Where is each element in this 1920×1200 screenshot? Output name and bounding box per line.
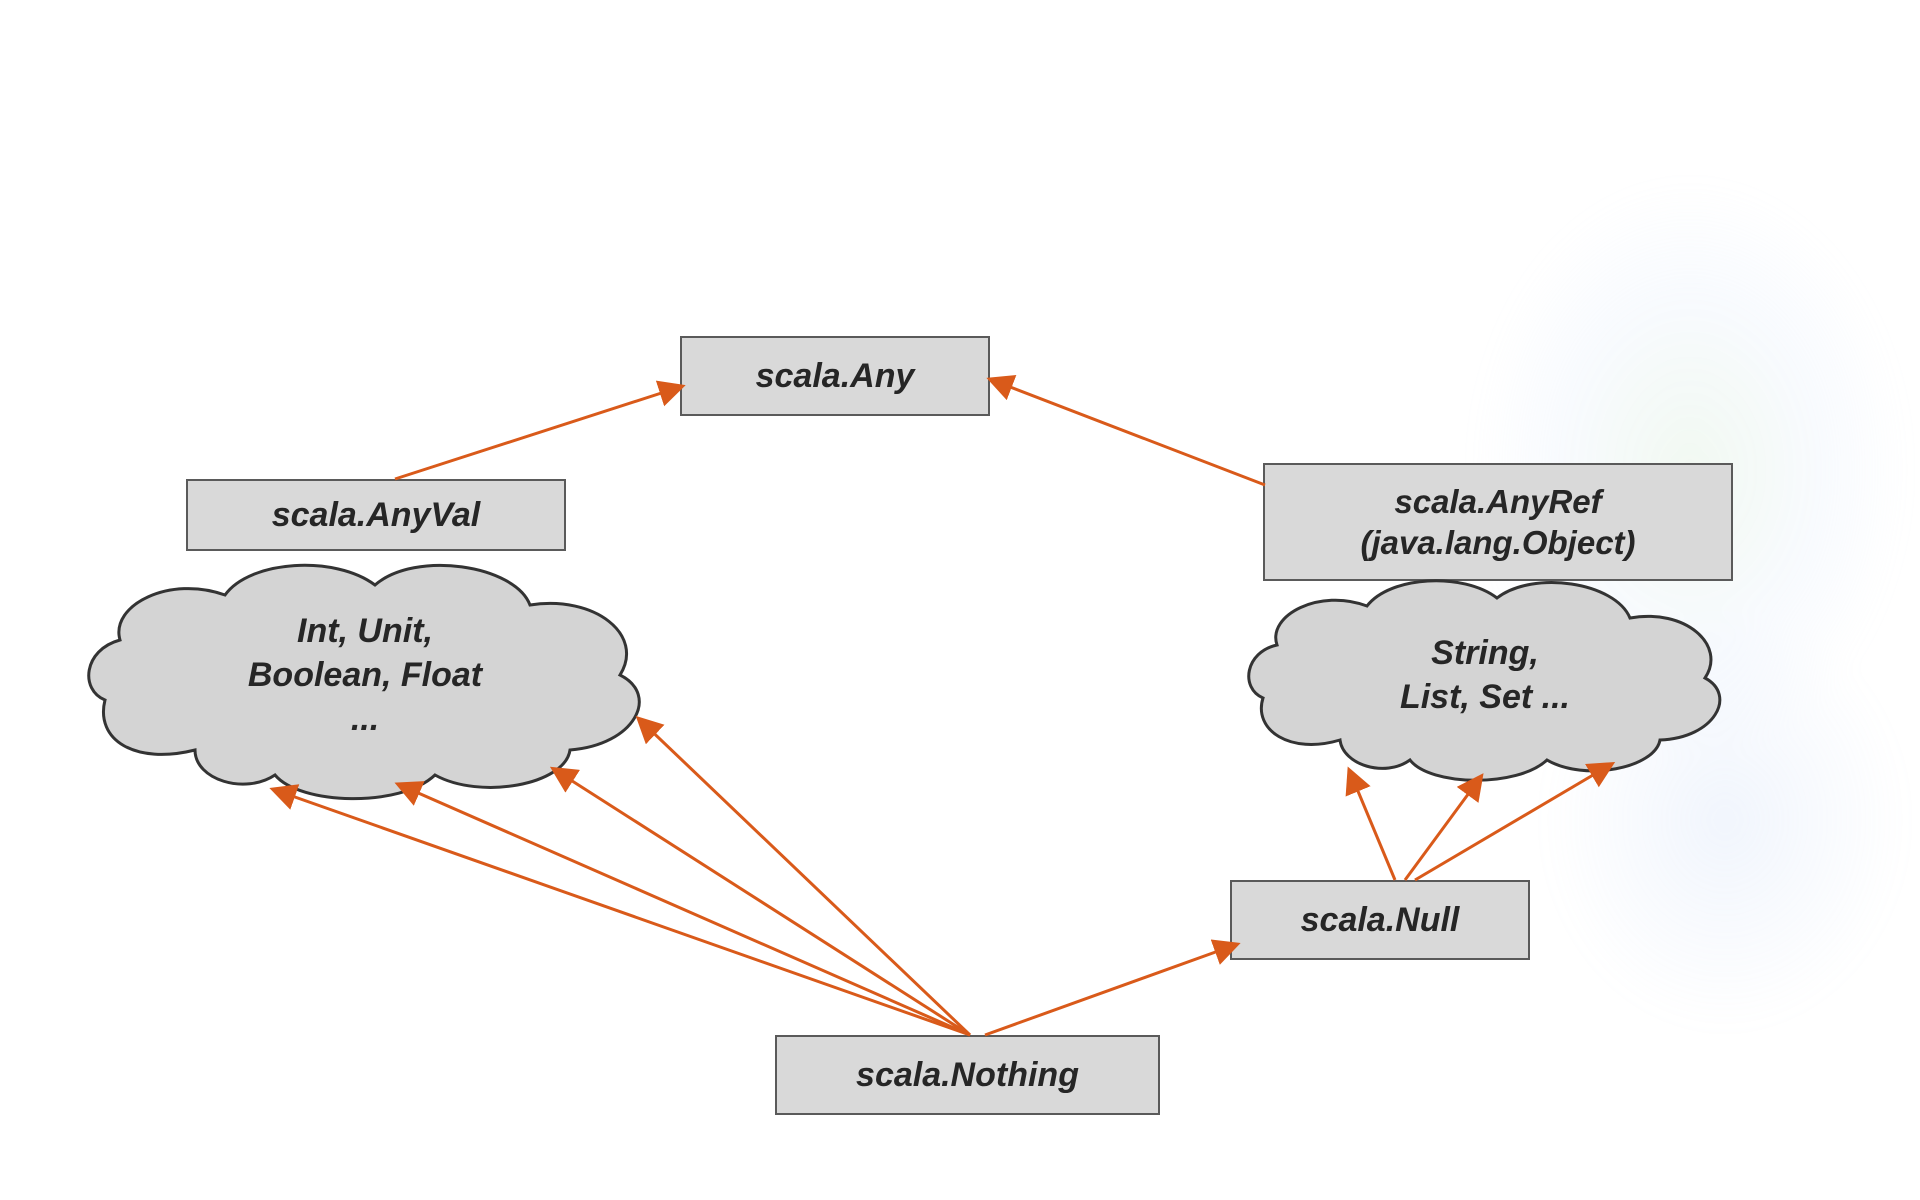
node-reftypes-label: String, List, Set ... [1235, 560, 1735, 790]
node-anyref-label: scala.AnyRef (java.lang.Object) [1360, 481, 1635, 564]
edge-nothing-to-null [985, 945, 1235, 1035]
edge-nothing-to-valuetypes-2 [400, 785, 970, 1035]
node-valuetypes-label: Int, Unit, Boolean, Float ... [75, 540, 655, 810]
edge-nothing-to-valuetypes-4 [640, 720, 970, 1035]
node-nothing: scala.Nothing [775, 1035, 1160, 1115]
node-anyval-label: scala.AnyVal [272, 494, 481, 537]
node-null-label: scala.Null [1301, 899, 1460, 942]
edge-null-to-reftypes-2 [1405, 778, 1480, 880]
edge-nothing-to-valuetypes-1 [275, 790, 970, 1035]
node-any: scala.Any [680, 336, 990, 416]
node-any-label: scala.Any [756, 355, 915, 398]
type-hierarchy-diagram: scala.Any scala.AnyVal scala.AnyRef (jav… [0, 0, 1920, 1200]
edge-anyref-to-any [992, 380, 1265, 485]
node-reftypes-cloud: String, List, Set ... [1235, 560, 1735, 790]
node-nothing-label: scala.Nothing [856, 1054, 1079, 1097]
node-null: scala.Null [1230, 880, 1530, 960]
node-valuetypes-cloud: Int, Unit, Boolean, Float ... [75, 540, 655, 810]
edge-anyval-to-any [395, 387, 680, 479]
